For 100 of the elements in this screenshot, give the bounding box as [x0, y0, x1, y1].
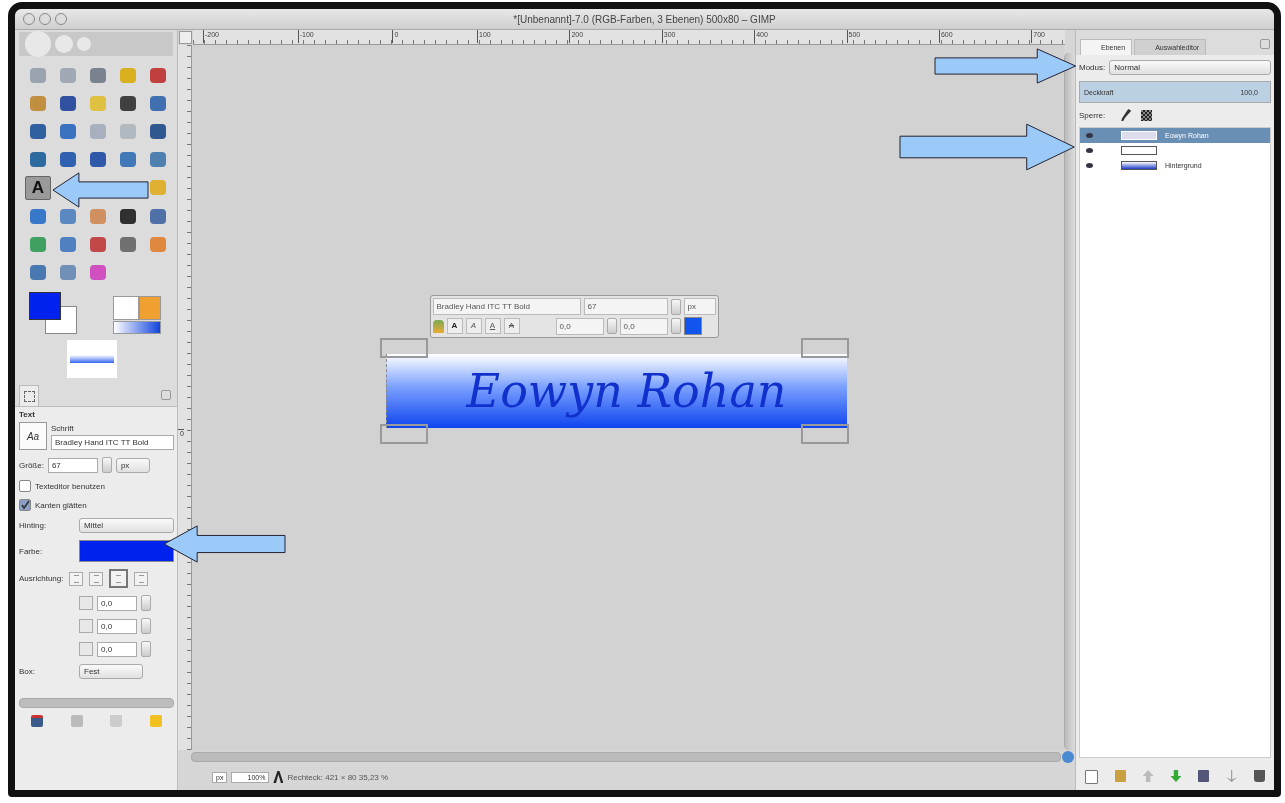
justify-label: Ausrichtung: [19, 574, 64, 583]
spin-icon[interactable] [606, 318, 617, 334]
text-color-button[interactable] [683, 317, 702, 335]
indent-icon [79, 596, 93, 610]
tool-icon[interactable] [150, 209, 166, 224]
text-tool-button[interactable]: A [25, 176, 51, 200]
spin-icon[interactable] [670, 298, 681, 315]
minimize-button[interactable] [39, 13, 51, 25]
resize-handle[interactable] [800, 424, 849, 444]
hinting-label: Hinting: [19, 521, 48, 530]
image-preview[interactable] [67, 340, 117, 378]
new-layer-icon[interactable] [1085, 770, 1098, 784]
spin-icon[interactable] [101, 457, 112, 473]
navigate-icon[interactable] [1062, 751, 1074, 763]
eye-icon[interactable] [1086, 163, 1093, 168]
indent-icon [79, 619, 93, 633]
mode-select[interactable]: Normal [1109, 60, 1271, 75]
tool-icon[interactable] [90, 237, 106, 252]
style-button[interactable]: A [465, 318, 482, 334]
tool-icon[interactable] [60, 152, 76, 167]
folder-icon[interactable] [1114, 770, 1126, 782]
close-icon[interactable] [161, 390, 171, 400]
color-button[interactable] [79, 540, 174, 562]
size-field[interactable]: 67 [47, 457, 98, 473]
box-select[interactable]: Fest [79, 664, 143, 679]
style-button[interactable]: A [484, 318, 501, 334]
status-message: Rechteck: 421 × 80 35,23 % [287, 772, 389, 782]
font-label: Schrift [51, 424, 75, 433]
clear-style-icon[interactable] [432, 319, 444, 333]
font-preview-button[interactable]: Aa [19, 422, 47, 450]
layer-thumbnail [1121, 161, 1157, 170]
spin-icon[interactable] [141, 641, 151, 657]
close-icon[interactable] [1260, 39, 1270, 49]
color-label: Farbe: [19, 546, 44, 556]
font-field[interactable]: Bradley Hand ITC TT Bold [51, 435, 174, 450]
restore-icon[interactable] [70, 715, 83, 727]
checker-icon[interactable] [1141, 109, 1153, 121]
spin-icon[interactable] [141, 618, 151, 634]
resize-handle[interactable] [800, 338, 849, 358]
lock-label: Sperre: [1079, 110, 1106, 120]
checkbox[interactable] [19, 499, 31, 511]
reset-icon[interactable] [150, 715, 163, 727]
eye-icon[interactable] [1086, 148, 1093, 153]
offset-field[interactable]: 0,0 [97, 618, 137, 634]
tool-icon[interactable] [150, 68, 166, 83]
delete-icon[interactable] [1253, 770, 1265, 782]
brush-icon[interactable] [1121, 109, 1132, 121]
justify-button[interactable] [69, 571, 84, 586]
indent-icon [79, 642, 93, 656]
mode-label: Modus: [1079, 63, 1106, 72]
box-label: Box: [19, 667, 36, 676]
tool-icon[interactable] [120, 209, 136, 224]
offset-field[interactable]: 0,0 [97, 595, 137, 611]
tool-icon[interactable] [120, 96, 136, 111]
save-icon[interactable] [30, 715, 43, 727]
justify-button[interactable] [89, 571, 104, 586]
resize-handle[interactable] [379, 338, 428, 358]
tool-icon[interactable] [90, 152, 106, 167]
tool-icon[interactable] [30, 265, 46, 280]
resize-handle[interactable] [379, 424, 428, 444]
spin-icon[interactable] [670, 318, 681, 334]
options-title: Text [19, 410, 36, 419]
tool-icon[interactable] [150, 96, 166, 111]
spin-icon[interactable] [141, 595, 151, 611]
font-field[interactable]: Bradley Hand ITC TT Bold [432, 298, 581, 315]
tool-icon[interactable] [30, 124, 46, 139]
style-button[interactable]: A [503, 318, 520, 334]
scroll-bar[interactable] [19, 698, 174, 708]
layer-thumbnail [1121, 146, 1157, 155]
layer-thumbnail [1121, 131, 1157, 140]
vertical-scrollbar[interactable] [1064, 53, 1075, 750]
offset-field[interactable]: 0,0 [97, 641, 137, 657]
tool-icon[interactable] [60, 96, 76, 111]
horizontal-scrollbar[interactable] [191, 752, 1061, 762]
justify-button[interactable] [109, 569, 129, 588]
unit-select[interactable]: px [115, 457, 150, 473]
quick-mask-icon[interactable] [179, 31, 192, 44]
tool-icon[interactable] [150, 124, 166, 139]
color-swatches[interactable] [29, 292, 79, 334]
kerning-field[interactable]: 0,0 [619, 317, 668, 335]
tool-icon[interactable] [30, 152, 46, 167]
baseline-field[interactable]: 0,0 [555, 317, 604, 335]
checkbox-label: Texteditor benutzen [35, 481, 105, 491]
size-field[interactable]: 67 [583, 298, 668, 315]
size-label: Größe: [19, 460, 44, 470]
tool-options-tab[interactable] [19, 385, 39, 406]
checkbox-label: Kanten glätten [35, 500, 87, 510]
tool-icon[interactable] [120, 152, 136, 167]
checkbox[interactable] [19, 480, 31, 492]
tool-icon[interactable] [120, 237, 136, 252]
justify-button[interactable] [134, 571, 149, 586]
tool-icon[interactable] [60, 124, 76, 139]
close-button[interactable] [23, 13, 35, 25]
text-tool-icon [273, 771, 284, 783]
hinting-select[interactable]: Mittel [79, 518, 174, 533]
zoom-button[interactable] [55, 13, 67, 25]
style-button[interactable]: A [446, 318, 463, 334]
duplicate-icon[interactable] [1198, 770, 1210, 782]
window-title: *[Unbenannt]-7.0 (RGB-Farben, 3 Ebenen) 500x80 – GIMP [513, 13, 776, 25]
unit-select[interactable]: px [683, 298, 716, 315]
